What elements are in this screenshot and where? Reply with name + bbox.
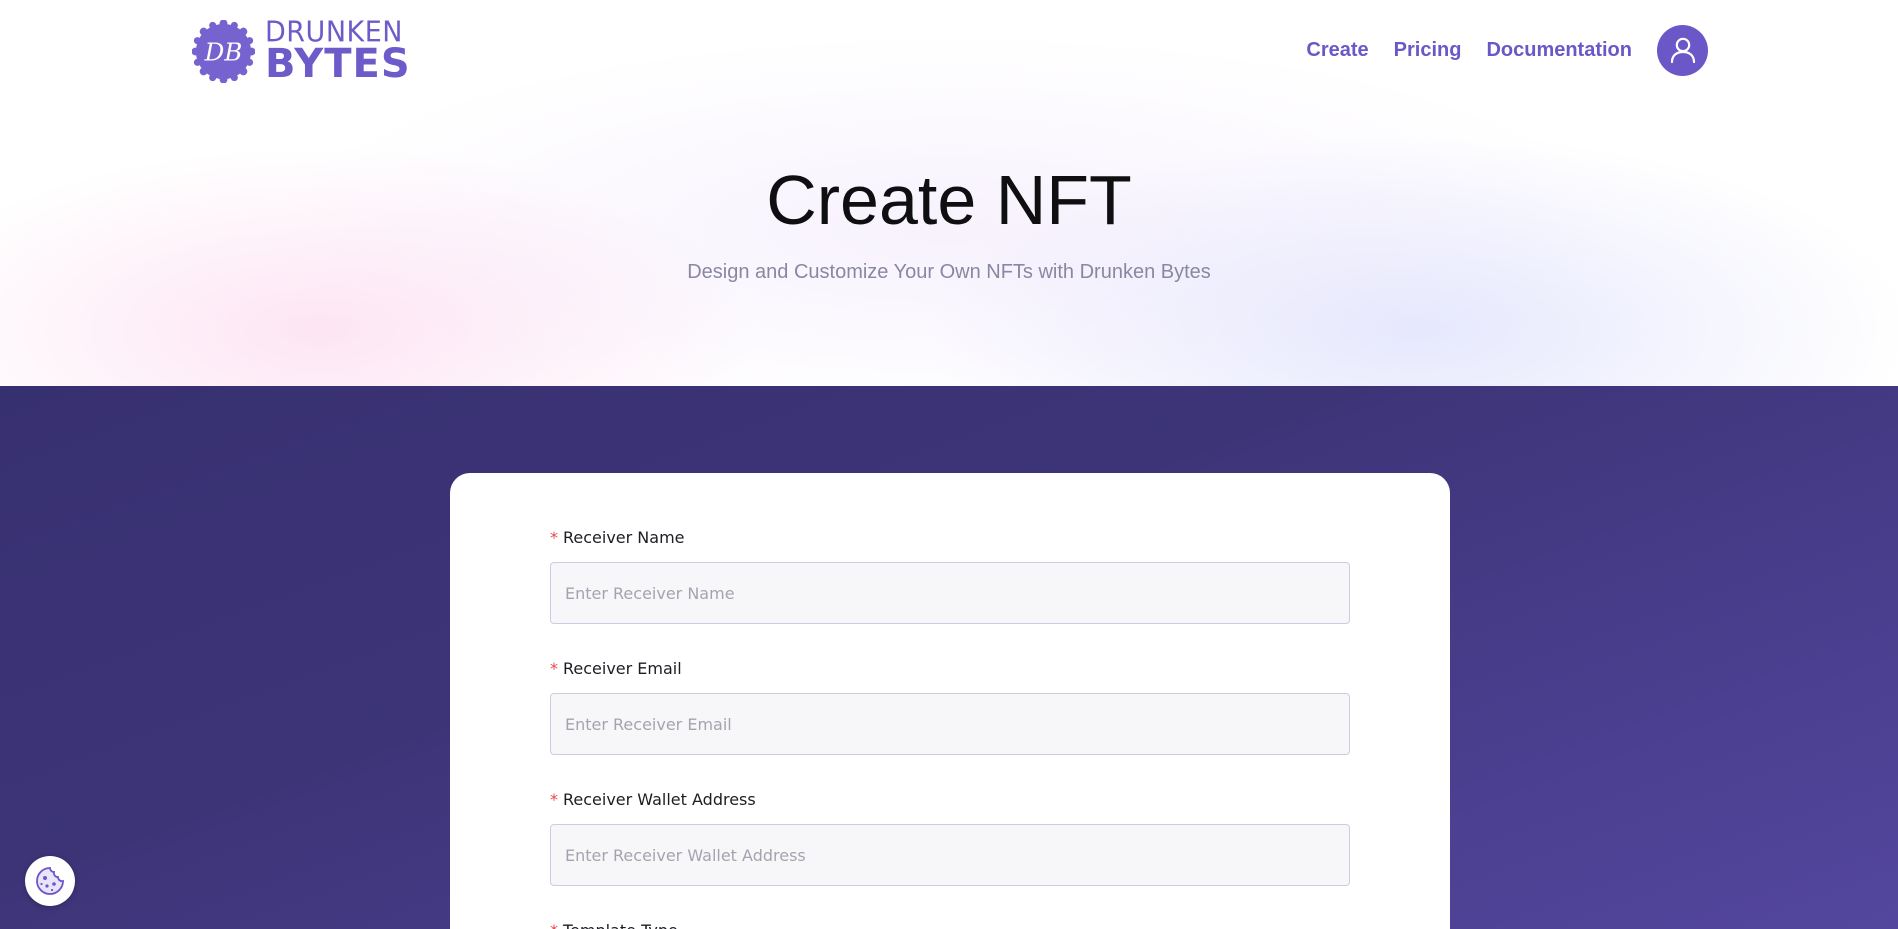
brand-logo[interactable]: DB DRUNKEN BYTES bbox=[192, 18, 411, 84]
receiver-name-input[interactable] bbox=[550, 562, 1350, 624]
page-title: Create NFT bbox=[766, 161, 1132, 239]
template-type-label-text: Template Type bbox=[563, 921, 678, 929]
hero-section: DB DRUNKEN BYTES Create Pricing Document… bbox=[0, 0, 1898, 386]
create-nft-form: * Receiver Name * Receiver Email * Receiver… bbox=[450, 473, 1450, 929]
logo-line-1: DRUNKEN bbox=[265, 15, 403, 49]
template-type-label: * Template Type bbox=[550, 920, 1350, 929]
main-nav: Create Pricing Documentation bbox=[1306, 24, 1708, 76]
receiver-wallet-label-text: Receiver Wallet Address bbox=[563, 790, 756, 809]
nav-create-link[interactable]: Create bbox=[1306, 39, 1368, 62]
logo-badge-text: DB bbox=[204, 37, 243, 66]
receiver-email-field: * Receiver Email bbox=[550, 658, 1350, 755]
cookie-icon bbox=[36, 867, 64, 895]
nav-documentation-link[interactable]: Documentation bbox=[1486, 39, 1632, 62]
receiver-wallet-input[interactable] bbox=[550, 824, 1350, 886]
logo-line-2: BYTES bbox=[265, 40, 411, 87]
nav-pricing-link[interactable]: Pricing bbox=[1394, 39, 1462, 62]
required-mark: * bbox=[550, 528, 558, 547]
template-type-field: * Template Type bbox=[550, 920, 1350, 929]
receiver-email-input[interactable] bbox=[550, 693, 1350, 755]
receiver-name-field: * Receiver Name bbox=[550, 527, 1350, 624]
cookie-settings-button[interactable] bbox=[25, 856, 75, 906]
required-mark: * bbox=[550, 659, 558, 678]
logo-wordmark: DRUNKEN BYTES bbox=[265, 15, 411, 87]
receiver-email-label: * Receiver Email bbox=[550, 658, 1350, 680]
required-mark: * bbox=[550, 790, 558, 809]
receiver-name-label-text: Receiver Name bbox=[563, 528, 685, 547]
receiver-wallet-field: * Receiver Wallet Address bbox=[550, 789, 1350, 886]
user-icon bbox=[1670, 37, 1695, 64]
required-mark: * bbox=[550, 921, 558, 929]
receiver-email-label-text: Receiver Email bbox=[563, 659, 682, 678]
page-subtitle: Design and Customize Your Own NFTs with … bbox=[687, 261, 1211, 283]
user-account-button[interactable] bbox=[1657, 24, 1708, 76]
receiver-wallet-label: * Receiver Wallet Address bbox=[550, 789, 1350, 811]
logo-badge-icon: DB bbox=[192, 19, 255, 83]
receiver-name-label: * Receiver Name bbox=[550, 527, 1350, 549]
